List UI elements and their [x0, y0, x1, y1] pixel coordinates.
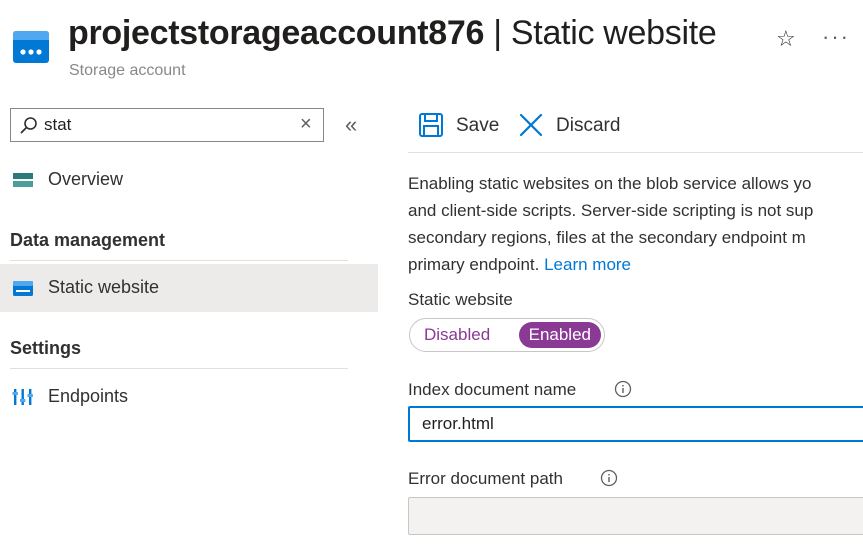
- toolbar-divider: [408, 152, 863, 153]
- sidebar-item-label: Overview: [48, 169, 124, 189]
- error-document-label: Error document path: [408, 469, 563, 488]
- save-icon: [419, 113, 443, 137]
- description-line: secondary regions, files at the secondar…: [408, 228, 806, 247]
- toggle-option-enabled[interactable]: Enabled: [518, 322, 601, 348]
- sidebar-item-label: Endpoints: [48, 386, 129, 406]
- search-icon: [20, 117, 37, 134]
- sidebar-item-overview[interactable]: Overview: [0, 156, 378, 204]
- info-icon[interactable]: [614, 380, 632, 398]
- collapse-sidebar-icon[interactable]: «: [345, 112, 357, 138]
- description-line-last: primary endpoint. Learn more: [408, 251, 863, 278]
- static-website-icon: [13, 281, 33, 296]
- discard-label: Discard: [556, 115, 621, 136]
- static-website-label: Static website: [408, 290, 513, 309]
- page-name: Static website: [510, 14, 717, 52]
- star-icon[interactable]: ☆: [776, 26, 796, 52]
- more-icon[interactable]: ···: [822, 24, 850, 50]
- static-website-toggle[interactable]: Disabled Enabled: [409, 318, 605, 352]
- index-document-label: Index document name: [408, 380, 577, 399]
- resource-type: Storage account: [69, 62, 186, 79]
- learn-more-link[interactable]: Learn more: [544, 255, 631, 274]
- sidebar-item-label: Static website: [48, 277, 160, 297]
- title-separator: |: [493, 14, 502, 52]
- description-line: primary endpoint.: [408, 255, 545, 274]
- error-document-input[interactable]: [408, 497, 863, 535]
- description-line: and client-side scripts. Server-side scr…: [408, 201, 814, 220]
- overview-icon: [13, 173, 33, 187]
- static-website-description: Enabling static websites on the blob ser…: [408, 170, 863, 278]
- sidebar-item-endpoints[interactable]: Endpoints: [0, 373, 378, 421]
- nav-group-data-management: Data management: [10, 230, 166, 250]
- group-divider: [10, 368, 348, 369]
- resource-name: projectstorageaccount876: [68, 14, 485, 52]
- description-line: Enabling static websites on the blob ser…: [408, 174, 812, 193]
- sidebar-search-input[interactable]: [44, 113, 284, 137]
- page-title: projectstorageaccount876 | Static websit…: [68, 14, 717, 53]
- sidebar-item-static-website[interactable]: Static website: [0, 264, 378, 312]
- storage-account-icon: [13, 31, 49, 63]
- save-label: Save: [456, 115, 500, 136]
- info-icon[interactable]: [600, 469, 618, 487]
- endpoints-icon: [12, 389, 33, 405]
- toggle-option-disabled[interactable]: Disabled: [424, 325, 490, 345]
- nav-group-settings: Settings: [10, 338, 82, 358]
- discard-icon: [519, 113, 543, 137]
- clear-search-icon[interactable]: ×: [300, 113, 312, 136]
- group-divider: [10, 260, 348, 261]
- index-document-input[interactable]: [408, 406, 863, 442]
